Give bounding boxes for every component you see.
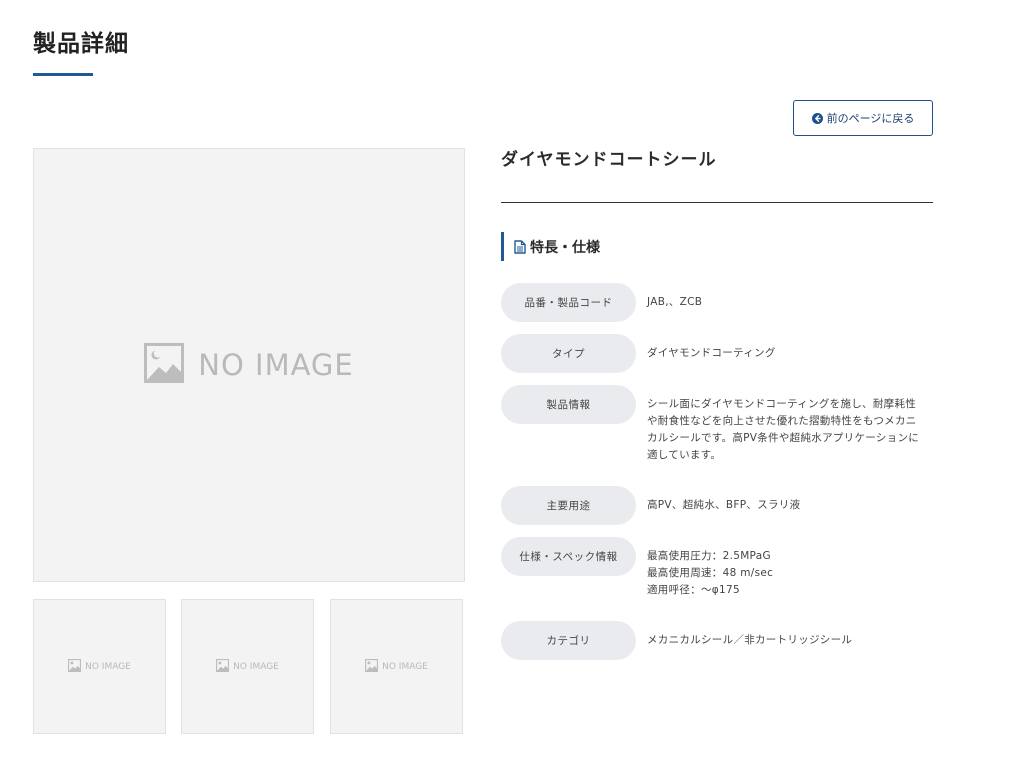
spec-label: 品番・製品コード xyxy=(501,283,636,322)
spec-label: タイプ xyxy=(501,334,636,373)
no-image-placeholder: NO IMAGE xyxy=(67,657,131,676)
spec-value-line: 適用呼径：～φ175 xyxy=(647,584,740,596)
page-title: 製品詳細 xyxy=(33,31,129,57)
spec-value: 高PV、超純水、BFP、スラリ液 xyxy=(647,497,935,514)
no-image-text: NO IMAGE xyxy=(233,661,279,672)
image-placeholder-icon xyxy=(67,657,85,676)
image-placeholder-icon xyxy=(364,657,382,676)
thumbnail-3[interactable]: NO IMAGE xyxy=(330,599,463,734)
thumbnail-1[interactable]: NO IMAGE xyxy=(33,599,166,734)
spec-label: 主要用途 xyxy=(501,486,636,525)
section-heading-features-specs: 特長・仕様 xyxy=(501,232,600,261)
divider xyxy=(501,202,933,203)
spec-value-line: 適しています。 xyxy=(647,449,722,461)
image-placeholder-icon xyxy=(215,657,233,676)
product-detail-page: 製品詳細 前のページに戻る NO IMAGE NO IMAGE NO IMAGE… xyxy=(0,0,1010,765)
spec-value-line: 高PV、超純水、BFP、スラリ液 xyxy=(647,499,801,511)
no-image-text: NO IMAGE xyxy=(198,348,354,382)
no-image-placeholder: NO IMAGE xyxy=(144,343,353,387)
spec-value-line: 最高使用周速：48 m/sec xyxy=(647,567,774,579)
spec-label: カテゴリ xyxy=(501,621,636,660)
spec-value-line: ダイヤモンドコーティング xyxy=(647,347,776,359)
product-name: ダイヤモンドコートシール xyxy=(501,150,717,170)
spec-value: JAB,、ZCB xyxy=(647,294,935,311)
title-underline xyxy=(33,73,93,76)
image-placeholder-icon xyxy=(144,343,198,387)
no-image-placeholder: NO IMAGE xyxy=(364,657,428,676)
spec-label: 仕様・スペック情報 xyxy=(501,537,636,576)
no-image-text: NO IMAGE xyxy=(382,661,428,672)
spec-value-line: メカニカルシール／非カートリッジシール xyxy=(647,634,853,646)
spec-value-line: JAB,、ZCB xyxy=(647,296,703,308)
spec-value-line: カルシールです。高PV条件や超純水アプリケーションに xyxy=(647,432,920,444)
arrow-circle-left-icon xyxy=(811,112,823,124)
no-image-text: NO IMAGE xyxy=(85,661,131,672)
spec-value: シール面にダイヤモンドコーティングを施し、耐摩耗性 や耐食性などを向上させた優れ… xyxy=(647,396,935,464)
spec-label: 製品情報 xyxy=(501,385,636,424)
back-to-previous-page-button[interactable]: 前のページに戻る xyxy=(793,100,933,136)
spec-value-line: シール面にダイヤモンドコーティングを施し、耐摩耗性 xyxy=(647,398,917,410)
no-image-placeholder: NO IMAGE xyxy=(215,657,279,676)
spec-value: 最高使用圧力：2.5MPaG 最高使用周速：48 m/sec 適用呼径：～φ17… xyxy=(647,548,935,599)
document-icon xyxy=(514,239,526,254)
spec-value-line: や耐食性などを向上させた優れた摺動特性をもつメカニ xyxy=(647,415,917,427)
thumbnail-2[interactable]: NO IMAGE xyxy=(181,599,314,734)
spec-value-line: 最高使用圧力：2.5MPaG xyxy=(647,550,771,562)
spec-value: メカニカルシール／非カートリッジシール xyxy=(647,632,935,649)
back-button-label: 前のページに戻る xyxy=(826,112,915,125)
section-heading-label: 特長・仕様 xyxy=(530,239,600,256)
main-product-image: NO IMAGE xyxy=(33,148,465,582)
spec-value: ダイヤモンドコーティング xyxy=(647,345,935,362)
